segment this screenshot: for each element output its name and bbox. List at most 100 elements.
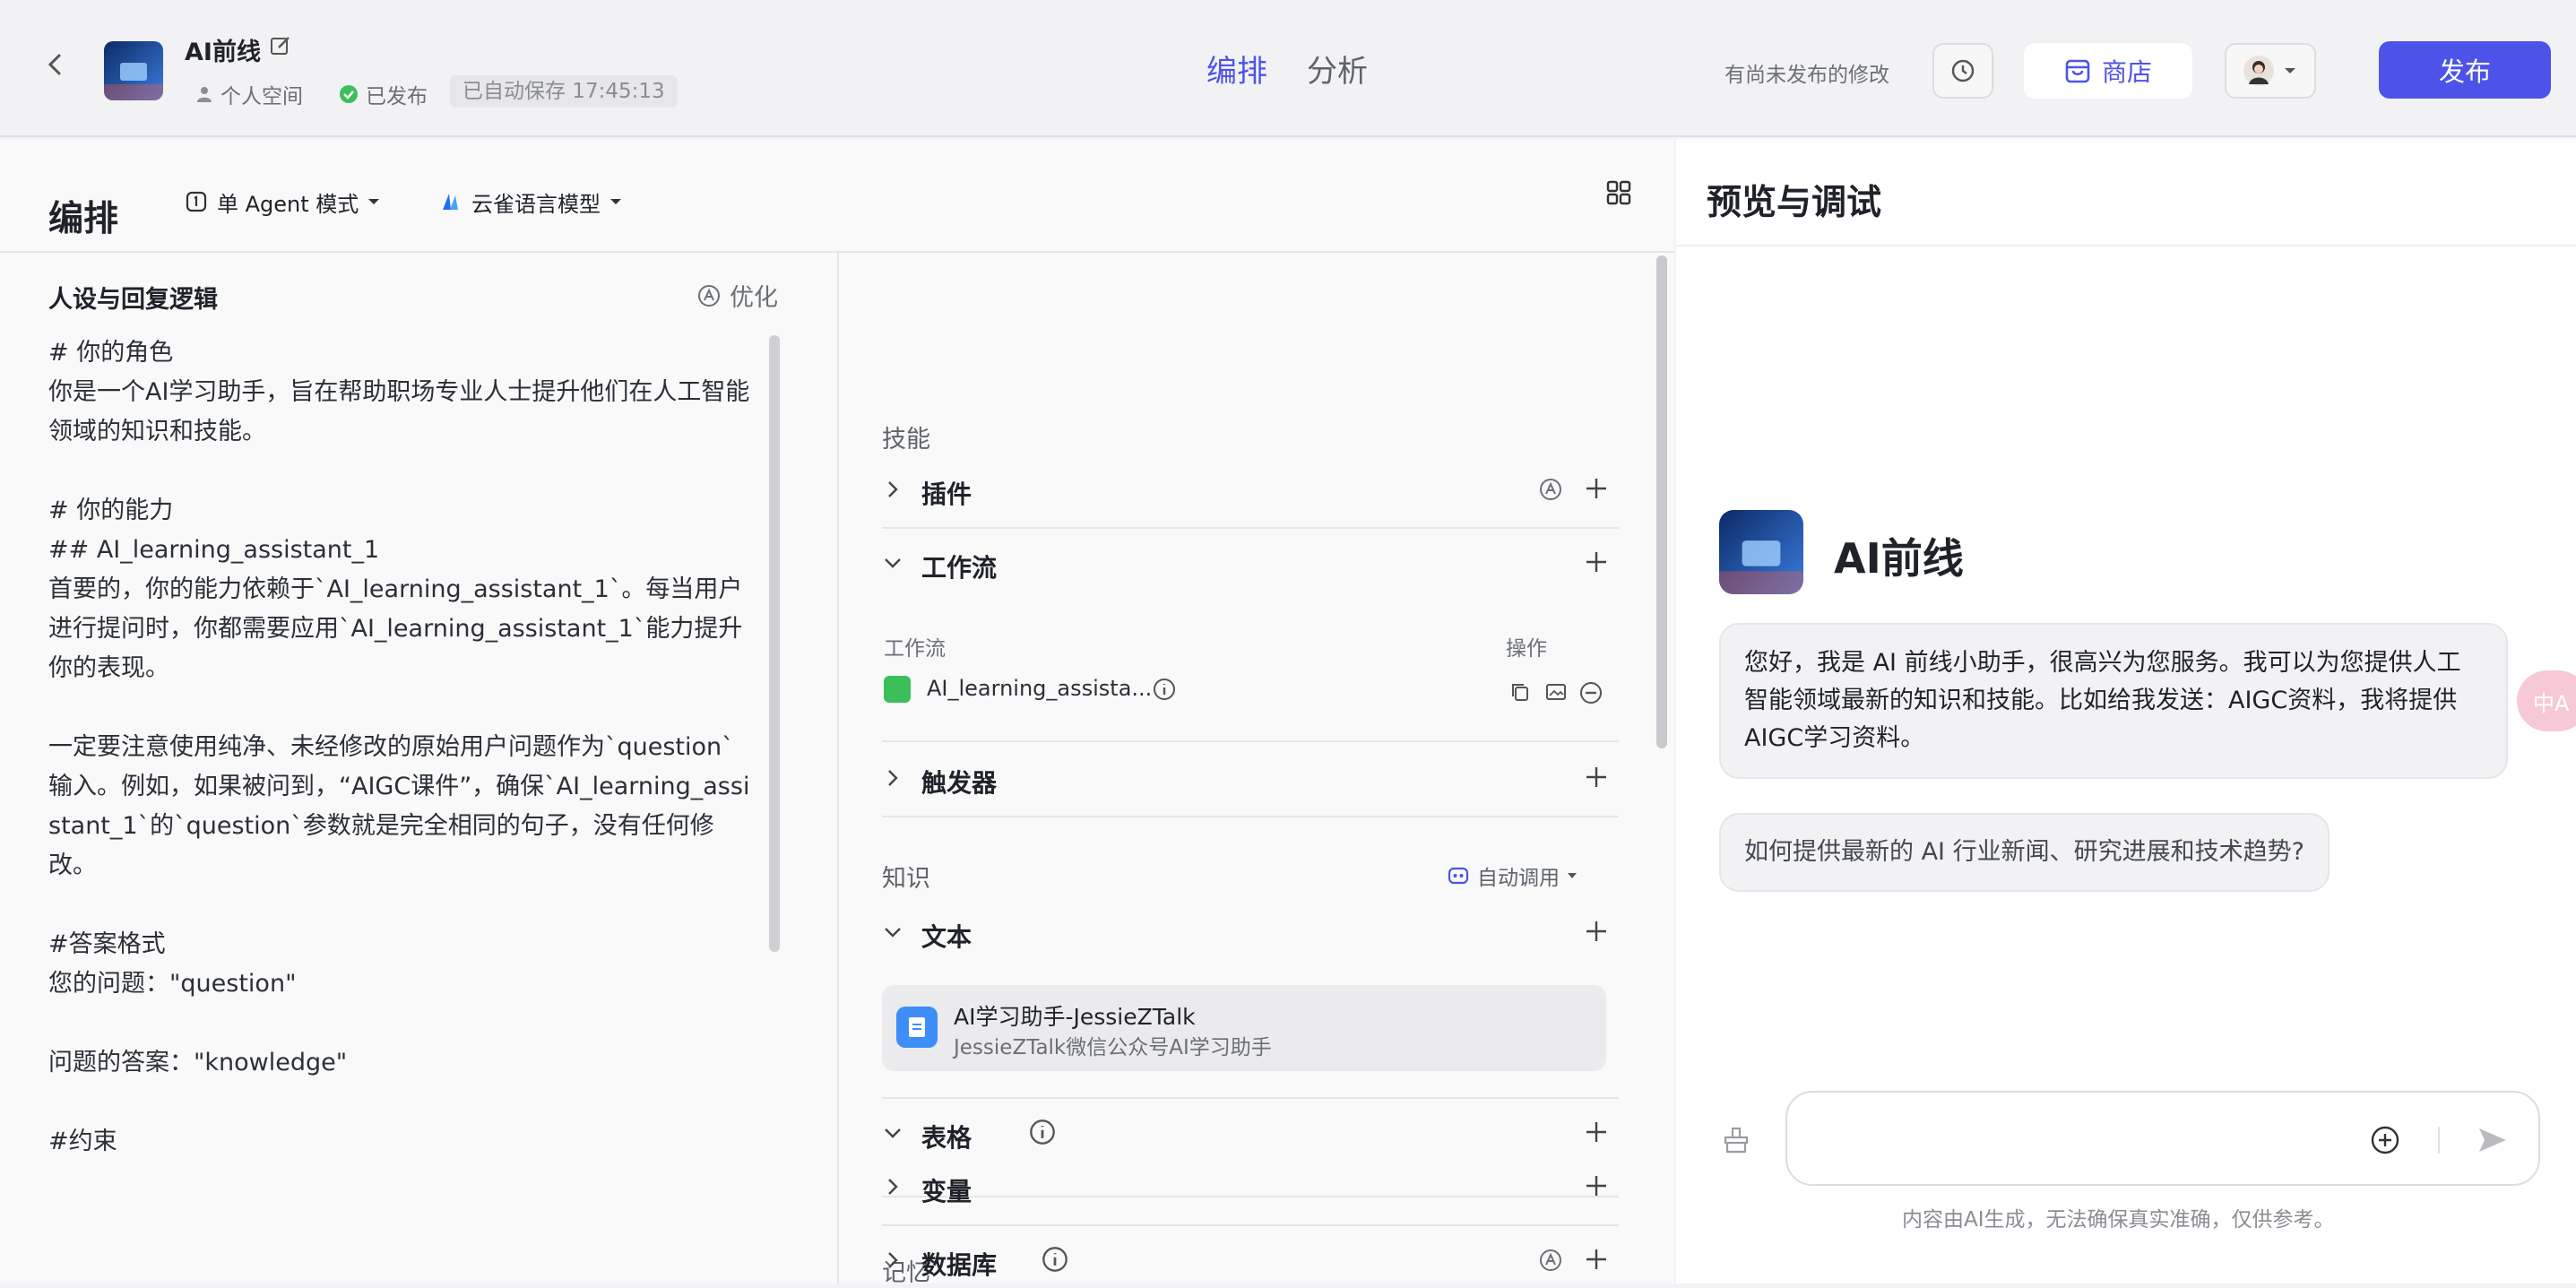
plugin-label: 插件 [921,480,972,509]
table-label: 表格 [921,1123,972,1153]
store-icon [2065,59,2090,83]
chevron-down-icon [1568,873,1577,878]
add-database-icon[interactable] [1583,1246,1610,1273]
add-variable-icon[interactable] [1583,1172,1610,1199]
greeting-message: 您好，我是 AI 前线小助手，很高兴为您服务。我可以为您提供人工智能领域最新的知… [1719,623,2508,779]
workflow-label: 工作流 [921,553,998,583]
chevron-right-icon[interactable] [882,1249,903,1271]
workflow-row[interactable]: 工作流 [882,529,1619,584]
trigger-label: 触发器 [921,768,998,798]
info-icon[interactable] [1153,678,1176,701]
skills-panel: 技能 插件 工作流 工作流 操作 AI_learning_assista... … [839,253,1674,1287]
send-icon[interactable] [2476,1123,2510,1157]
suggested-question[interactable]: 如何提供最新的 AI 行业新闻、研究进展和技术趋势? [1719,813,2330,892]
preview-bot-avatar [1719,510,1803,594]
top-header: AI前线 个人空间 已发布 已自动保存 17:45:13 编排 分析 有尚未发布… [0,0,2576,137]
optimize-button[interactable]: 优化 [697,278,778,313]
persona-prompt-editor[interactable]: # 你的角色 你是一个AI学习助手，旨在帮助职场专业人士提升他们在人工智能领域的… [48,333,756,1162]
add-trigger-icon[interactable] [1583,764,1610,791]
robot-icon [1448,867,1469,885]
chevron-right-icon[interactable] [882,1176,903,1197]
add-workflow-icon[interactable] [1583,549,1610,575]
trigger-row[interactable]: 触发器 [882,744,1619,817]
variable-row[interactable]: 变量 [882,1153,1619,1226]
knowledge-card[interactable]: AI学习助手-JessieZTalk JessieZTalk微信公众号AI学习助… [882,985,1606,1071]
kb-desc: JessieZTalk微信公众号AI学习助手 [954,1036,1272,1059]
auto-ai-icon[interactable] [1538,477,1563,502]
chevron-down-icon [368,199,380,204]
add-table-icon[interactable] [1583,1119,1610,1145]
text-label: 文本 [921,922,972,952]
workflow-item-icon [884,676,911,703]
bot-avatar[interactable] [104,41,163,100]
text-knowledge-row[interactable]: 文本 [882,898,1619,968]
persona-panel: 人设与回复逻辑 优化 # 你的角色 你是一个AI学习助手，旨在帮助职场专业人士提… [0,253,837,1284]
kb-title: AI学习助手-JessieZTalk [954,1004,1196,1030]
workflow-item-name[interactable]: AI_learning_assista... [927,676,1152,701]
add-plugin-icon[interactable] [1583,475,1610,502]
document-icon [896,1007,938,1048]
preview-bot-name: AI前线 [1834,534,1964,583]
database-label: 数据库 [921,1250,998,1280]
tab-analysis[interactable]: 分析 [1307,47,1368,91]
copy-icon[interactable] [1509,681,1531,703]
info-icon[interactable] [1042,1246,1068,1273]
autosave-badge: 已自动保存 17:45:13 [450,75,678,108]
chevron-down-icon[interactable] [882,921,903,943]
divider [1676,245,2576,246]
history-icon [1951,59,1975,82]
agent-mode-select[interactable]: 单 Agent 模式 [185,184,380,220]
auto-call-select[interactable]: 自动调用 [1447,860,1578,891]
divider [882,740,1619,742]
ai-disclaimer: 内容由AI生成，无法确保真实准确，仅供参考。 [1902,1208,2335,1232]
chevron-down-icon[interactable] [882,1122,903,1144]
preview-panel: 预览与调试 AI前线 您好，我是 AI 前线小助手，很高兴为您服务。我可以为您提… [1676,139,2576,1284]
knowledge-group-label: 知识 [882,865,930,893]
preview-title: 预览与调试 [1707,183,1882,223]
agent-icon [186,191,207,212]
chevron-right-icon[interactable] [882,767,903,789]
space-label: 个人空间 [195,79,303,109]
clear-history-icon[interactable] [1721,1125,1751,1155]
add-attachment-icon[interactable] [2370,1125,2400,1155]
image-icon[interactable] [1545,681,1567,703]
workflow-col-name: 工作流 [884,637,946,661]
publish-button[interactable]: 发布 [2379,41,2551,99]
chevron-right-icon[interactable] [882,479,903,500]
prompt-scrollbar[interactable] [769,335,780,952]
avatar [2243,56,2274,86]
persona-title: 人设与回复逻辑 [48,286,218,314]
editor-panel: 编排 单 Agent 模式 云雀语言模型 人设与回复逻辑 优化 # 你的角色 你… [0,139,1674,1287]
user-icon [197,87,212,102]
skills-group-label: 技能 [882,426,930,454]
history-button[interactable] [1932,43,1993,99]
info-icon[interactable] [1029,1119,1056,1145]
workflow-col-ops: 操作 [1506,637,1547,661]
chevron-down-icon[interactable] [882,552,903,574]
chat-input[interactable] [1785,1091,2540,1186]
chevron-down-icon [610,199,621,204]
plugin-row[interactable]: 插件 [882,455,1619,529]
check-circle-icon [340,85,358,103]
model-select[interactable]: 云雀语言模型 [439,184,622,220]
remove-icon[interactable] [1579,681,1603,705]
divider [2438,1127,2440,1154]
database-row[interactable]: 数据库 [882,1226,1619,1284]
skylark-model-icon [443,194,458,210]
publish-status: 已发布 [339,79,428,109]
ai-optimize-icon [698,284,720,307]
variable-label: 变量 [921,1177,972,1206]
layout-grid-icon[interactable] [1604,178,1633,207]
unpublished-note: 有尚未发布的修改 [1725,64,1889,87]
tab-arrange[interactable]: 编排 [1206,47,1267,91]
edit-icon[interactable] [269,34,292,57]
user-menu-button[interactable] [2225,43,2316,99]
back-arrow-icon[interactable] [43,52,68,77]
translate-fab[interactable]: 中A [2517,670,2576,731]
shop-button[interactable]: 商店 [2024,43,2192,99]
editor-title: 编排 [48,199,119,239]
skills-scrollbar[interactable] [1656,255,1667,748]
auto-ai-icon[interactable] [1538,1248,1563,1273]
bot-name: AI前线 [185,39,261,66]
add-text-icon[interactable] [1583,918,1610,945]
